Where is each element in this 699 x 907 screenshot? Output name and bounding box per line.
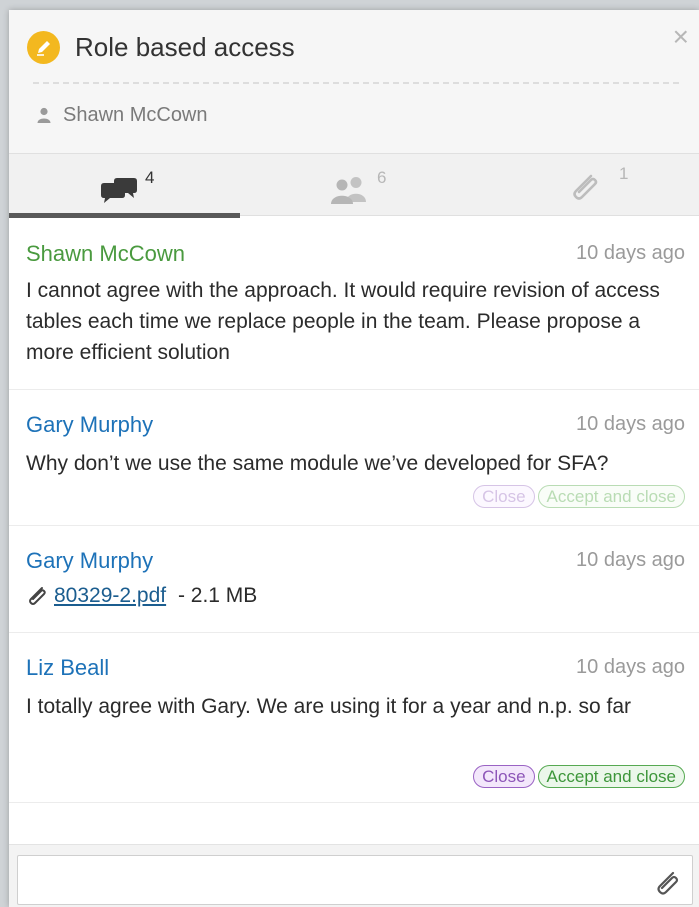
pencil-icon [27, 31, 60, 64]
comment-author[interactable]: Gary Murphy [26, 411, 153, 439]
paperclip-icon [29, 587, 46, 605]
comments-count: 4 [145, 168, 155, 187]
comment-item: Gary Murphy 10 days ago Why don’t we use… [9, 390, 699, 526]
comment-composer [9, 844, 699, 907]
comment-author[interactable]: Shawn McCown [26, 240, 185, 268]
header-divider [33, 82, 679, 84]
comment-actions: Close Accept and close [473, 485, 685, 508]
participants-count: 6 [377, 168, 387, 187]
accept-and-close-button[interactable]: Accept and close [537, 765, 685, 788]
tab-comments[interactable]: 4 [9, 154, 239, 217]
comment-time: 10 days ago [576, 242, 685, 264]
comment-item: Gary Murphy 10 days ago 80329-2.pdf - 2.… [9, 526, 699, 633]
task-owner: Shawn McCown [37, 102, 208, 128]
attachment-size: - 2.1 MB [172, 584, 258, 607]
task-title: Role based access [75, 32, 295, 62]
comment-item: Shawn McCown 10 days ago I cannot agree … [9, 217, 699, 390]
close-icon[interactable]: × [673, 22, 689, 52]
attachment-link[interactable]: 80329-2.pdf [54, 582, 166, 610]
comments-icon [101, 178, 137, 203]
comment-author[interactable]: Liz Beall [26, 654, 109, 682]
comment-text: I totally agree with Gary. We are using … [26, 695, 632, 718]
close-button[interactable]: Close [473, 485, 535, 508]
attach-file-icon[interactable] [653, 869, 681, 897]
close-button[interactable]: Close [473, 765, 535, 788]
attachments-count: 1 [619, 164, 629, 183]
task-header: Role based access × Shawn McCown [9, 10, 699, 153]
tab-participants[interactable]: 6 [239, 154, 469, 217]
attachment-line: 80329-2.pdf - 2.1 MB [26, 582, 257, 610]
accept-and-close-button[interactable]: Accept and close [537, 485, 685, 508]
tab-bar: 4 6 1 [9, 153, 699, 218]
person-icon [37, 107, 51, 123]
task-panel: Role based access × Shawn McCown 4 6 1 S… [9, 10, 699, 907]
tab-attachments[interactable]: 1 [469, 154, 699, 217]
comment-author[interactable]: Gary Murphy [26, 547, 153, 575]
comment-input[interactable] [17, 855, 693, 905]
owner-name[interactable]: Shawn McCown [63, 104, 208, 127]
comment-time: 10 days ago [576, 656, 685, 678]
comment-text: I cannot agree with the approach. It wou… [26, 279, 660, 364]
comment-time: 10 days ago [576, 413, 685, 435]
comment-item: Liz Beall 10 days ago I totally agree wi… [9, 633, 699, 803]
people-icon [331, 177, 366, 204]
comment-time: 10 days ago [576, 549, 685, 571]
comment-actions: Close Accept and close [473, 765, 685, 788]
comment-text: Why don’t we use the same module we’ve d… [26, 452, 609, 475]
paperclip-icon [573, 174, 598, 200]
